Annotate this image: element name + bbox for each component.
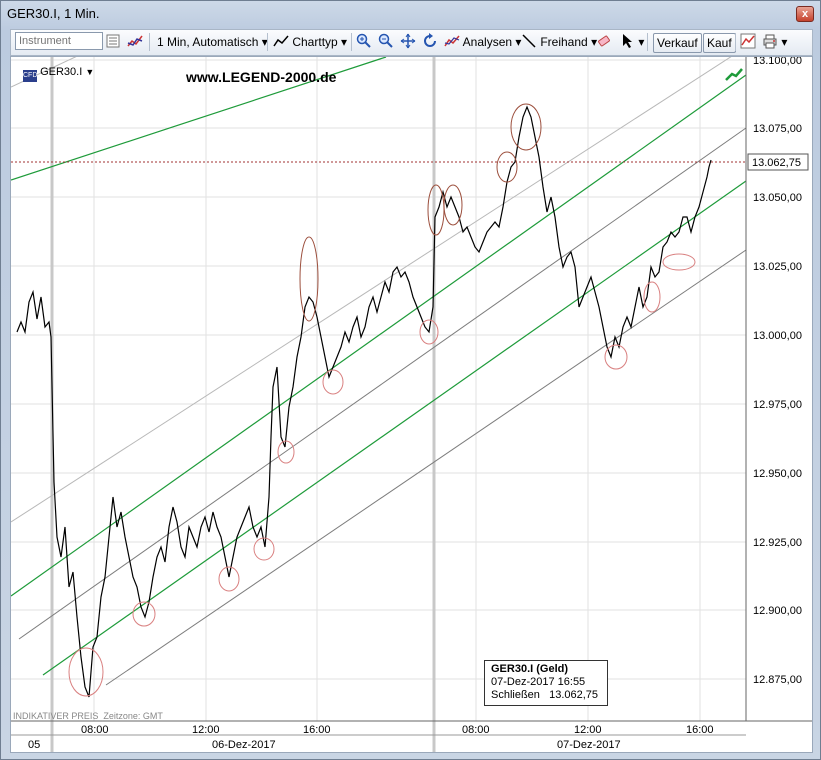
- indicator-icon[interactable]: [740, 33, 756, 51]
- chevron-down-icon: ▾: [638, 35, 645, 49]
- chart-compare-icon[interactable]: [127, 33, 143, 51]
- price-chart[interactable]: 13.100,00 13.075,00 13.050,00 13.025,00 …: [11, 57, 812, 752]
- time-axis-ticks: 08:00 12:00 16:00 08:00 12:00 16:00: [81, 724, 714, 736]
- chart-window: GER30.I, 1 Min. x 1 Min, Automatisch ▾ C…: [0, 0, 821, 760]
- freihand-menu[interactable]: Freihand ▾: [521, 33, 597, 51]
- analysen-menu[interactable]: Analysen ▾: [444, 33, 521, 51]
- time-tick: 16:00: [303, 724, 331, 736]
- price-tick: 12.950,00: [753, 468, 802, 480]
- time-tick: 08:00: [81, 724, 109, 736]
- time-tick: 12:00: [574, 724, 602, 736]
- close-button[interactable]: x: [796, 6, 814, 22]
- analysen-label: Analysen: [462, 35, 513, 49]
- indicative-price-label: INDIKATIVER PREIS Zeitzone: GMT: [13, 711, 163, 721]
- info-close-value: 13.062,75: [549, 689, 599, 701]
- cfd-icon: CFD: [23, 70, 37, 82]
- verkauf-button[interactable]: Verkauf: [653, 33, 702, 53]
- info-date: 07-Dez-2017 16:55: [491, 676, 586, 688]
- charttype-label: Charttyp: [292, 35, 338, 49]
- price-tick: 13.075,00: [753, 123, 802, 135]
- date-label: 07-Dez-2017: [557, 739, 621, 751]
- refresh-icon[interactable]: [422, 33, 438, 51]
- print-icon[interactable]: ▾: [762, 33, 787, 51]
- price-axis-ticks: 13.100,00 13.075,00 13.050,00 13.025,00 …: [753, 57, 802, 686]
- price-tick: 13.100,00: [753, 57, 802, 67]
- instrument-input[interactable]: [15, 32, 103, 50]
- current-price-label: 13.062,75: [752, 157, 801, 169]
- date-label: 06-Dez-2017: [212, 739, 276, 751]
- freihand-label: Freihand: [540, 35, 588, 49]
- symbol-label: GER30.I: [40, 66, 83, 78]
- toolbar: 1 Min, Automatisch ▾ Charttyp ▾ Analysen…: [10, 29, 813, 56]
- time-tick: 08:00: [462, 724, 490, 736]
- watermark: www.LEGEND-2000.de: [186, 69, 337, 85]
- price-tick: 13.000,00: [753, 330, 802, 342]
- kauf-button[interactable]: Kauf: [703, 33, 736, 53]
- analysis-icon: [444, 35, 460, 47]
- chevron-down-icon: ▾: [341, 35, 348, 49]
- zoom-in-icon[interactable]: [356, 33, 372, 51]
- time-tick: 12:00: [192, 724, 220, 736]
- chevron-down-icon: ▼: [85, 67, 95, 77]
- chart-area[interactable]: 13.100,00 13.075,00 13.050,00 13.025,00 …: [10, 56, 813, 753]
- info-title: GER30.I (Geld): [491, 663, 569, 675]
- interval-selector[interactable]: 1 Min, Automatisch ▾: [157, 33, 268, 51]
- fit-chart-icon[interactable]: [400, 33, 416, 51]
- scale-label: Automatisch: [192, 35, 259, 49]
- cursor-icon[interactable]: ▾: [619, 33, 644, 51]
- title-bar: GER30.I, 1 Min. x: [1, 1, 820, 27]
- line-chart-icon: [273, 35, 289, 47]
- date-label: 05: [28, 739, 40, 751]
- price-tick: 12.975,00: [753, 399, 802, 411]
- charttype-menu[interactable]: Charttyp ▾: [273, 33, 347, 51]
- symbol-legend[interactable]: CFD GER30.I ▼: [23, 66, 94, 82]
- info-box: GER30.I (Geld) 07-Dez-2017 16:55 Schließ…: [484, 660, 608, 706]
- price-tick: 12.875,00: [753, 674, 802, 686]
- eraser-icon[interactable]: [596, 33, 612, 51]
- instrument-list-icon[interactable]: [105, 33, 121, 51]
- price-tick: 13.050,00: [753, 192, 802, 204]
- window-title: GER30.I, 1 Min.: [7, 6, 100, 21]
- price-tick: 12.925,00: [753, 537, 802, 549]
- draw-line-icon: [522, 34, 536, 48]
- chevron-down-icon: ▾: [781, 35, 788, 49]
- date-labels: 05 06-Dez-2017 07-Dez-2017: [28, 739, 621, 751]
- time-tick: 16:00: [686, 724, 714, 736]
- price-tick: 13.025,00: [753, 261, 802, 273]
- info-close-label: Schließen: [491, 689, 540, 701]
- price-tick: 12.900,00: [753, 605, 802, 617]
- interval-label: 1 Min,: [157, 35, 190, 49]
- zoom-out-icon[interactable]: [378, 33, 394, 51]
